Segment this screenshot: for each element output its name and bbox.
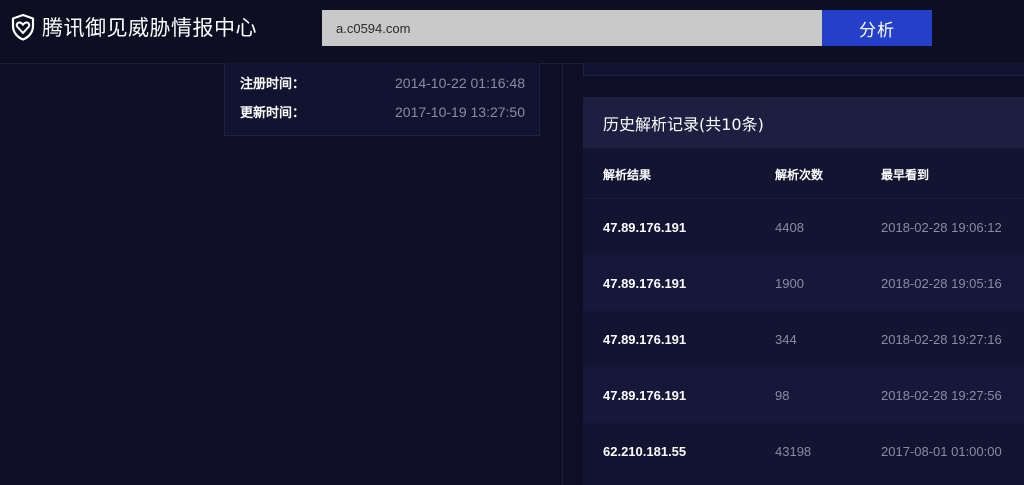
row-first-seen: 2017-08-01 01:00:00 xyxy=(881,444,1002,459)
row-count: 43198 xyxy=(775,444,812,459)
column-header-first-seen: 最早看到 xyxy=(881,168,930,182)
update-time-value: 2017-10-19 13:27:50 xyxy=(395,103,525,120)
column-divider xyxy=(562,63,563,485)
register-time-row: 注册时间： 2014-10-22 01:16:48 xyxy=(240,73,525,93)
row-first-seen: 2018-02-28 19:05:16 xyxy=(881,276,1002,291)
table-row: 62.210.181.55 43198 2017-08-01 01:00:00 xyxy=(583,423,1024,479)
domain-search-input[interactable] xyxy=(322,10,822,46)
row-ip[interactable]: 47.89.176.191 xyxy=(603,276,686,291)
row-count: 4408 xyxy=(775,220,804,235)
row-first-seen: 2018-02-28 19:06:12 xyxy=(881,220,1002,235)
row-count: 344 xyxy=(775,332,797,347)
logo-text: 腾讯御见威胁情报中心 xyxy=(42,16,257,40)
register-time-label: 注册时间： xyxy=(240,77,306,92)
top-bar: 腾讯御见威胁情报中心 分析 xyxy=(0,0,1024,64)
row-first-seen: 2018-02-28 19:27:16 xyxy=(881,332,1002,347)
table-header: 解析结果 解析次数 最早看到 xyxy=(583,148,1024,199)
history-title: 历史解析记录(共10条) xyxy=(583,97,1024,148)
history-records-panel: 历史解析记录(共10条) 解析结果 解析次数 最早看到 47.89.176.19… xyxy=(583,97,1024,485)
logo[interactable]: 腾讯御见威胁情报中心 xyxy=(10,12,257,42)
previous-panel-bottom xyxy=(583,63,1024,76)
table-row: 47.89.176.191 1900 2018-02-28 19:05:16 xyxy=(583,255,1024,311)
register-time-value: 2014-10-22 01:16:48 xyxy=(395,74,525,91)
table-row: 47.89.176.191 98 2018-02-28 19:27:56 xyxy=(583,367,1024,423)
row-count: 1900 xyxy=(775,276,804,291)
row-first-seen: 2018-02-28 19:27:56 xyxy=(881,388,1002,403)
row-count: 98 xyxy=(775,388,790,403)
row-ip[interactable]: 47.89.176.191 xyxy=(603,332,686,347)
row-ip[interactable]: 47.89.176.191 xyxy=(603,220,686,235)
update-time-row: 更新时间： 2017-10-19 13:27:50 xyxy=(240,102,525,122)
domain-info-card: 注册时间： 2014-10-22 01:16:48 更新时间： 2017-10-… xyxy=(224,63,540,136)
column-header-result: 解析结果 xyxy=(603,168,652,182)
table-row: 47.89.176.191 4408 2018-02-28 19:06:12 xyxy=(583,199,1024,255)
column-header-count: 解析次数 xyxy=(775,168,824,182)
table-row: 47.89.176.191 344 2018-02-28 19:27:16 xyxy=(583,311,1024,367)
analyze-button[interactable]: 分析 xyxy=(822,10,932,46)
shield-heart-icon xyxy=(10,13,36,41)
row-ip[interactable]: 62.210.181.55 xyxy=(603,444,686,459)
row-ip[interactable]: 47.89.176.191 xyxy=(603,388,686,403)
update-time-label: 更新时间： xyxy=(240,106,306,121)
